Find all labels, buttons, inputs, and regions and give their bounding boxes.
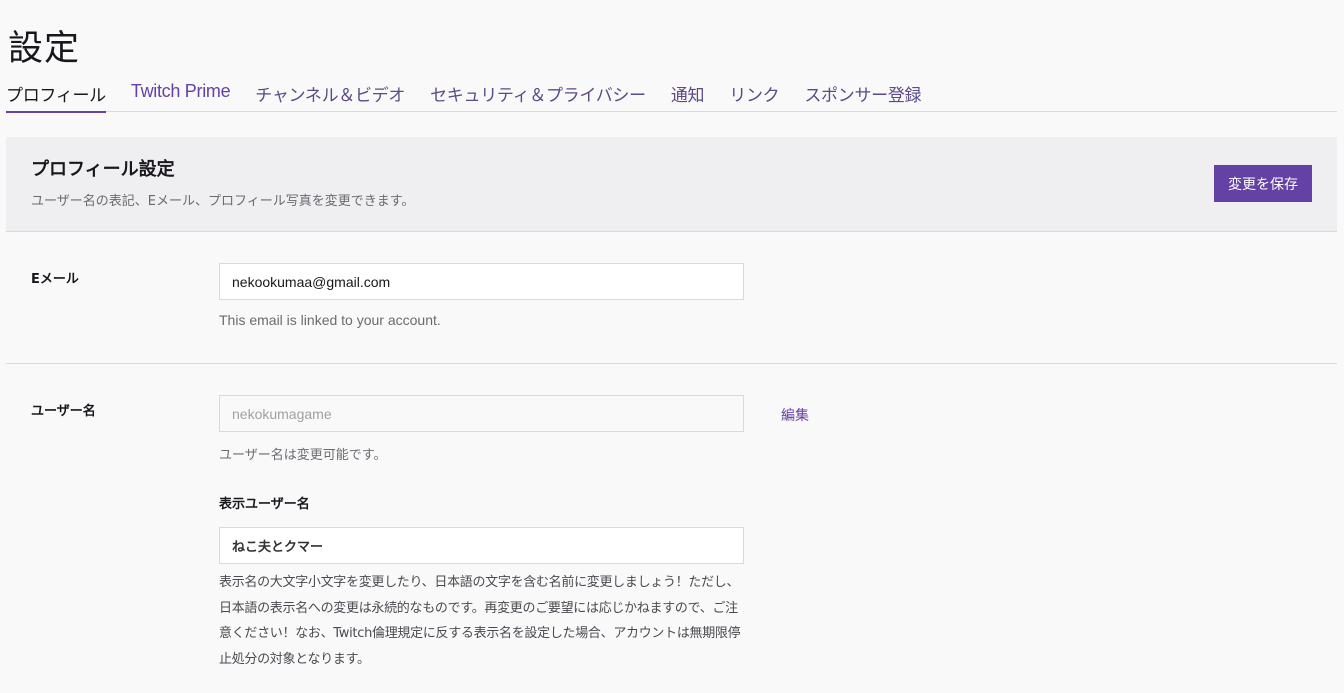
tab-subscriptions[interactable]: スポンサー登録: [804, 78, 921, 112]
tab-profile[interactable]: プロフィール: [6, 78, 106, 113]
username-hint: ユーザー名は変更可能です。: [219, 448, 387, 463]
tab-channel-video[interactable]: チャンネル＆ビデオ: [255, 78, 405, 112]
email-field[interactable]: nekookumaa@gmail.com: [219, 263, 744, 300]
section-divider: [6, 363, 1337, 364]
section-title: プロフィール設定: [31, 159, 175, 180]
tab-notifications[interactable]: 通知: [671, 78, 705, 112]
settings-page: 設定 プロフィール Twitch Prime チャンネル＆ビデオ セキュリティ＆…: [0, 0, 1344, 693]
username-label: ユーザー名: [31, 404, 96, 419]
tab-links[interactable]: リンク: [729, 78, 779, 112]
settings-tabs: プロフィール Twitch Prime チャンネル＆ビデオ セキュリティ＆プライ…: [6, 78, 1337, 113]
profile-settings-header: プロフィール設定 ユーザー名の表記、Eメール、プロフィール写真を変更できます。 …: [6, 137, 1337, 232]
section-subtitle: ユーザー名の表記、Eメール、プロフィール写真を変更できます。: [31, 194, 415, 209]
tab-security-privacy[interactable]: セキュリティ＆プライバシー: [430, 78, 646, 112]
username-field[interactable]: nekokumagame: [219, 395, 744, 432]
display-name-description: 表示名の大文字小文字を変更したり、日本語の文字を含む名前に変更しましょう！ただし…: [219, 575, 741, 667]
save-changes-button[interactable]: 変更を保存: [1214, 165, 1312, 202]
tab-twitch-prime[interactable]: Twitch Prime: [131, 78, 231, 112]
page-title: 設定: [8, 29, 81, 69]
email-label: Eメール: [31, 272, 79, 287]
edit-username-link[interactable]: 編集: [781, 405, 809, 425]
email-hint: This email is linked to your account.: [219, 312, 441, 328]
display-name-field[interactable]: ねこ夫とクマー: [219, 527, 744, 564]
display-name-label: 表示ユーザー名: [219, 497, 310, 512]
